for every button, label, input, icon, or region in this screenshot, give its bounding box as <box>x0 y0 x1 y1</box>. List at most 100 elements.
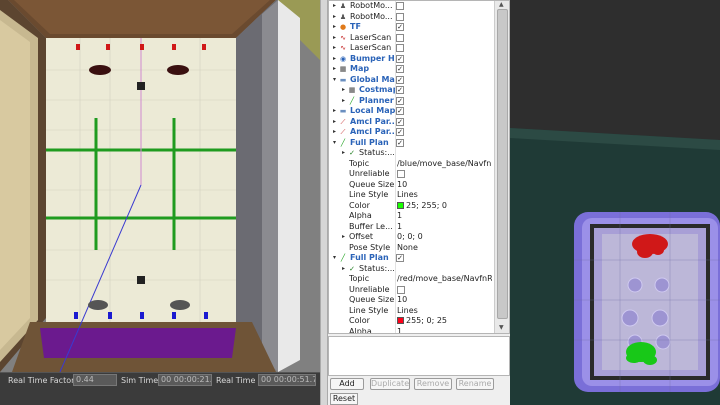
display-row[interactable]: ▸ ∿ LaserScan <box>329 33 494 44</box>
window-divider[interactable] <box>320 0 328 405</box>
display-row[interactable]: ▾ ╱ Full Plan ✓ <box>329 138 494 149</box>
property-value[interactable]: 1 <box>397 211 492 222</box>
display-enable-checkbox[interactable]: ✓ <box>396 138 404 147</box>
collapse-arrow-icon[interactable]: ▾ <box>331 138 338 149</box>
display-enable-checkbox[interactable] <box>396 44 404 52</box>
gazebo-viewport[interactable]: Real Time Factor: 0.44 Sim Time 00 00:00… <box>0 0 320 405</box>
rename-button[interactable]: Rename <box>456 378 494 390</box>
property-row[interactable]: Queue Size 10 <box>329 295 494 306</box>
property-row[interactable]: ▸ Offset 0; 0; 0 <box>329 232 494 243</box>
property-row[interactable]: Queue Size 10 <box>329 180 494 191</box>
displays-scrollbar[interactable]: ▲ ▼ <box>494 1 509 333</box>
property-value[interactable]: 25; 255; 0 <box>397 201 492 212</box>
display-row[interactable]: ▸ ∿ LaserScan <box>329 43 494 54</box>
display-row[interactable]: ▸ ● TF ✓ <box>329 22 494 33</box>
expand-arrow-icon[interactable]: ▸ <box>331 43 338 54</box>
property-value-text: None <box>397 242 418 252</box>
property-value[interactable]: Lines <box>397 190 492 201</box>
property-value[interactable]: 1 <box>397 327 492 334</box>
property-value[interactable]: Lines <box>397 306 492 317</box>
display-row[interactable]: ▸ ▦ Map ✓ <box>329 64 494 75</box>
description-area <box>328 336 510 376</box>
display-enable-checkbox[interactable] <box>396 2 404 10</box>
property-value[interactable]: /red/move_base/NavfnROS/plan <box>397 274 492 285</box>
expand-arrow-icon[interactable]: ▸ <box>340 264 347 275</box>
display-row[interactable]: ▸ ♟ RobotMo... <box>329 1 494 12</box>
property-value[interactable]: 1 <box>397 222 492 233</box>
remove-button[interactable]: Remove <box>414 378 452 390</box>
display-row[interactable]: ▸ ▦ Costmap ✓ <box>329 85 494 96</box>
display-enable-checkbox[interactable]: ✓ <box>396 65 404 73</box>
displays-tree[interactable]: ▸ ♟ RobotMo... ▸ ♟ RobotMo... ▸ ● TF ✓ ▸ ∿ LaserScan… <box>328 0 510 334</box>
expand-arrow-icon[interactable]: ▸ <box>331 12 338 23</box>
property-row[interactable]: Color 255; 0; 25 <box>329 316 494 327</box>
expand-arrow-icon[interactable]: ▸ <box>331 33 338 44</box>
property-value[interactable]: 0; 0; 0 <box>397 232 492 243</box>
property-value[interactable]: 10 <box>397 295 492 306</box>
property-value[interactable]: 255; 0; 25 <box>397 316 492 327</box>
expand-arrow-icon[interactable]: ▸ <box>331 22 338 33</box>
duplicate-button[interactable]: Duplicate <box>370 378 410 390</box>
add-button[interactable]: Add <box>330 378 364 390</box>
tf-icon: ● <box>339 23 347 31</box>
reset-button[interactable]: Reset <box>330 393 358 405</box>
property-value[interactable]: /blue/move_base/NavfnROS/plan <box>397 159 492 170</box>
display-enable-checkbox[interactable]: ✓ <box>396 117 404 126</box>
display-row[interactable]: ▾▬Global Map✓ <box>329 75 494 86</box>
property-row[interactable]: Unreliable <box>329 285 494 296</box>
property-row[interactable]: Topic/red/move_base/NavfnROS/plan <box>329 274 494 285</box>
display-enable-checkbox[interactable]: ✓ <box>396 86 404 94</box>
property-row[interactable]: Pose Style None <box>329 243 494 254</box>
expand-arrow-icon[interactable]: ▸ <box>331 54 338 65</box>
property-row[interactable]: Color 25; 255; 0 <box>329 201 494 212</box>
color-swatch[interactable] <box>397 201 404 209</box>
property-checkbox[interactable] <box>397 170 405 178</box>
rviz-3d-view[interactable] <box>510 0 720 405</box>
status-row[interactable]: ▸ ✓ Status:... <box>329 264 494 275</box>
property-row[interactable]: Line Style Lines <box>329 306 494 317</box>
display-row[interactable]: ▸◉Bumper Hit✓ <box>329 54 494 65</box>
expand-arrow-icon[interactable]: ▸ <box>340 148 347 159</box>
display-enable-checkbox[interactable] <box>396 12 404 21</box>
display-row-full-plan[interactable]: ▾ ╱ Full Plan ✓ <box>329 253 494 264</box>
display-row[interactable]: ▸ ♟ RobotMo... <box>329 12 494 23</box>
display-row[interactable]: ▸ ⟋ Amcl Par... ✓ <box>329 117 494 128</box>
display-row[interactable]: ▸ ✓ Status:... <box>329 148 494 159</box>
property-row[interactable]: Alpha 1 <box>329 211 494 222</box>
scroll-down-icon[interactable]: ▼ <box>499 324 504 331</box>
display-enable-checkbox[interactable]: ✓ <box>396 128 404 136</box>
property-value[interactable]: None <box>397 243 492 254</box>
display-enable-checkbox[interactable]: ✓ <box>396 54 404 63</box>
expand-arrow-icon[interactable]: ▸ <box>340 96 347 107</box>
display-enable-checkbox[interactable]: ✓ <box>396 23 404 31</box>
expand-arrow-icon[interactable]: ▸ <box>331 64 338 75</box>
expand-arrow-icon[interactable]: ▸ <box>340 232 347 243</box>
color-swatch[interactable] <box>397 317 404 324</box>
collapse-arrow-icon[interactable]: ▾ <box>331 75 338 86</box>
property-row[interactable]: Buffer Le... 1 <box>329 222 494 233</box>
pose-array-icon: ⟋ <box>340 128 346 136</box>
expand-arrow-icon[interactable]: ▸ <box>340 85 347 96</box>
display-row[interactable]: ▸ ⟋ Amcl Par... ✓ <box>329 127 494 138</box>
expand-arrow-icon[interactable]: ▸ <box>331 117 338 128</box>
property-row[interactable]: Alpha 1 <box>329 327 494 334</box>
expand-arrow-icon[interactable]: ▸ <box>331 106 338 117</box>
display-row[interactable]: ▸ ╱ Planner ✓ <box>329 96 494 107</box>
scroll-up-icon[interactable]: ▲ <box>499 1 504 8</box>
display-enable-checkbox[interactable]: ✓ <box>396 96 404 105</box>
property-row[interactable]: Line Style Lines <box>329 190 494 201</box>
display-enable-checkbox[interactable]: ✓ <box>396 75 404 84</box>
display-row[interactable]: ▸ ▬ Local Map ✓ <box>329 106 494 117</box>
display-enable-checkbox[interactable] <box>396 33 404 42</box>
expand-arrow-icon[interactable]: ▸ <box>331 127 338 138</box>
property-checkbox[interactable] <box>397 285 405 294</box>
collapse-arrow-icon[interactable]: ▾ <box>331 253 338 264</box>
property-row[interactable]: Topic/blue/move_base/NavfnROS/plan <box>329 159 494 170</box>
display-enable-checkbox[interactable]: ✓ <box>396 254 404 262</box>
expand-arrow-icon[interactable]: ▸ <box>331 1 338 12</box>
display-enable-checkbox[interactable]: ✓ <box>396 107 404 115</box>
property-row[interactable]: Unreliable <box>329 169 494 180</box>
scroll-thumb[interactable] <box>497 9 508 319</box>
property-value[interactable]: 10 <box>397 180 492 191</box>
property-name: Topic <box>349 274 370 283</box>
